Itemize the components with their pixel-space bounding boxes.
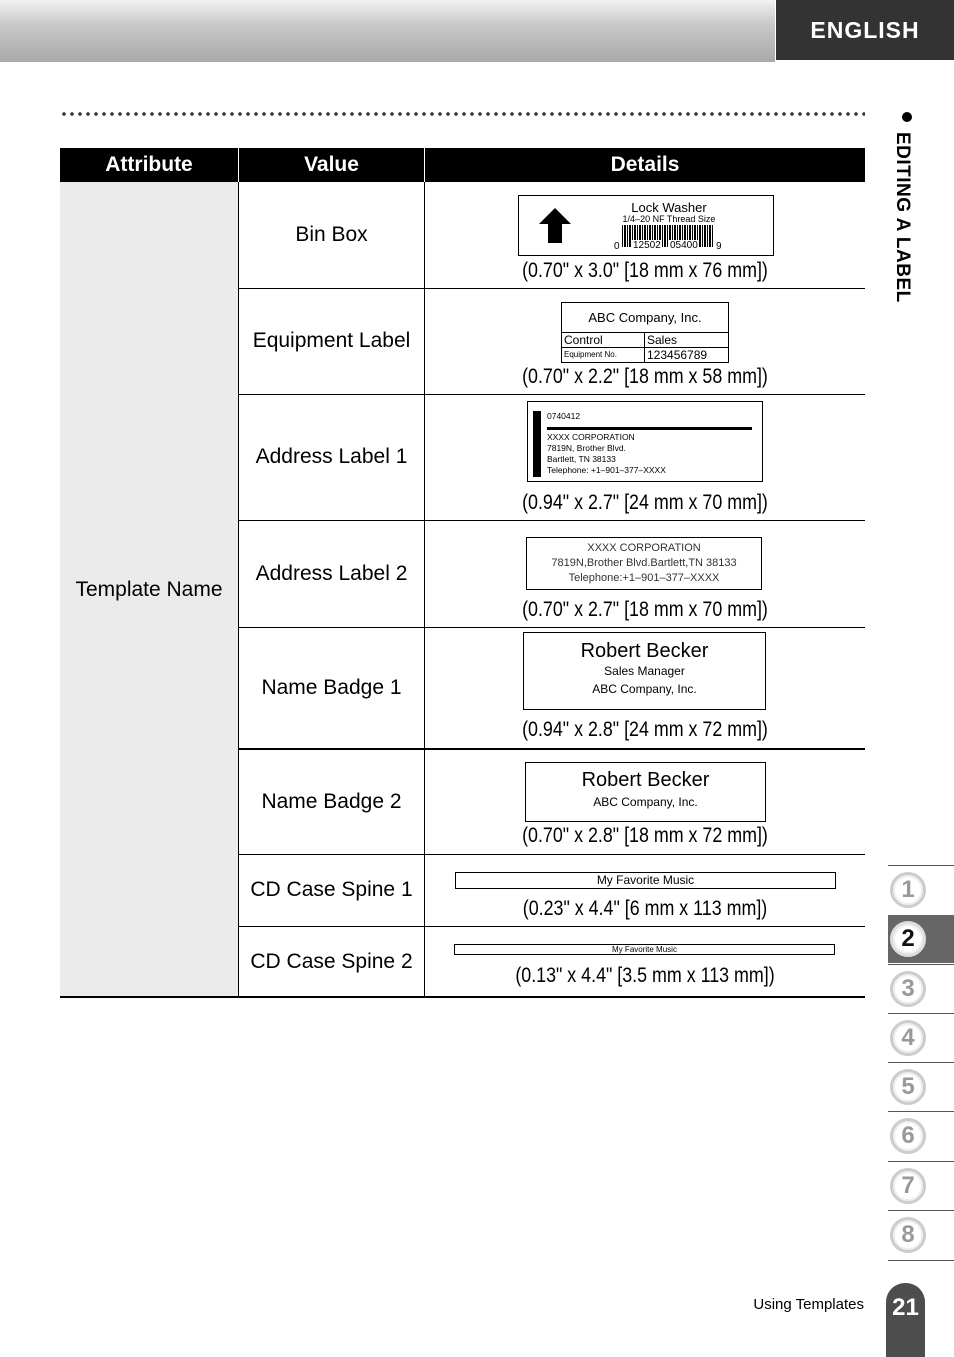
label-company: ABC Company, Inc. [592,682,697,696]
chapter-tab-6[interactable]: 6 [888,1112,954,1160]
template-value: CD Case Spine 2 [250,949,413,973]
tab-divider [888,1260,954,1261]
barcode-digits: 12502 [632,240,662,251]
label-line: Telephone: +1–901–377–XXXX [547,465,666,475]
bullet-icon [902,112,912,122]
label-line: 7819N,Brother Blvd.Bartlett,TN 38133 [551,557,737,569]
chapter-tab-3[interactable]: 3 [888,965,954,1013]
template-value: Equipment Label [252,329,411,352]
label-preview-name-badge-1: Robert Becker Sales Manager ABC Company,… [523,632,766,710]
template-value: CD Case Spine 1 [250,878,413,901]
label-code: 0740412 [547,411,581,421]
label-size: (0.70" x 3.0" [18 mm x 76 mm]) [522,259,768,282]
template-value: Bin Box [295,223,368,246]
label-preview-bin-box: Lock Washer 1/4–20 NF Thread Size 0 1250… [518,195,774,256]
label-preview-cd-spine-1: My Favorite Music [455,872,836,889]
label-preview-address-2: XXXX CORPORATION 7819N,Brother Blvd.Bart… [526,537,762,590]
arrow-stem [548,223,562,243]
chapter-tab-8[interactable]: 8 [888,1211,954,1259]
template-value: Name Badge 2 [261,789,402,813]
chapter-tab-2[interactable]: 2 [888,915,954,963]
chapter-number: 3 [890,971,926,1007]
chapter-number: 2 [890,921,926,957]
label-cell: Control [564,333,603,347]
label-title: Lock Washer [631,200,707,215]
label-name: Robert Becker [580,640,709,662]
chapter-number: 5 [890,1069,926,1105]
attribute-cell: Template Name [60,182,238,997]
barcode-digit: 0 [614,241,620,252]
label-line: XXXX CORPORATION [547,432,635,442]
label-preview-address-1: 0740412 XXXX CORPORATION 7819N, Brother … [527,401,763,482]
chapter-number: 1 [890,872,926,908]
template-details: My Favorite Music (0.13" x 4.4" [3.5 mm … [425,926,865,997]
header-band [0,0,775,62]
label-preview-cd-spine-2: My Favorite Music [454,944,835,955]
chapter-tab-1[interactable]: 1 [888,866,954,914]
chapter-tab-5[interactable]: 5 [888,1063,954,1111]
column-header-value: Value [239,148,424,182]
template-details: Robert Becker Sales Manager ABC Company,… [425,627,865,748]
chapter-number: 6 [890,1118,926,1154]
barcode-digits: 05400 [669,240,699,251]
label-size: (0.94" x 2.8" [24 mm x 72 mm]) [522,718,768,741]
label-company: ABC Company, Inc. [588,310,702,325]
template-details: XXXX CORPORATION 7819N,Brother Blvd.Bart… [425,520,865,627]
barcode-digit: 9 [716,241,722,252]
label-size: (0.13" x 4.4" [3.5 mm x 113 mm]) [515,964,775,987]
label-line: XXXX CORPORATION [587,542,701,554]
label-size: (0.94" x 2.7" [24 mm x 70 mm]) [522,491,768,514]
chapter-tab-4[interactable]: 4 [888,1014,954,1062]
label-line: 7819N, Brother Blvd. [547,443,626,453]
label-preview-name-badge-2: Robert Becker ABC Company, Inc. [525,762,766,822]
label-line: Telephone:+1–901–377–XXXX [568,572,720,584]
label-size: (0.70" x 2.8" [18 mm x 72 mm]) [522,824,768,847]
column-header-details: Details [425,148,865,182]
label-line: Bartlett, TN 38133 [547,454,616,464]
chapter-number: 7 [890,1168,926,1204]
template-details: Robert Becker ABC Company, Inc. (0.70" x… [425,749,865,854]
template-details: Lock Washer 1/4–20 NF Thread Size 0 1250… [425,182,865,288]
chapter-number: 8 [890,1217,926,1253]
arrow-up-icon [539,208,571,224]
column-header-attribute: Attribute [60,148,238,182]
label-preview-equipment: ABC Company, Inc. Control Sales Equipmen… [561,302,729,363]
chapter-tab-7[interactable]: 7 [888,1162,954,1210]
template-details: ABC Company, Inc. Control Sales Equipmen… [425,288,865,394]
label-title: Sales Manager [604,664,685,678]
label-cell: Sales [647,333,678,347]
footer-section-title: Using Templates [753,1296,864,1313]
dotted-divider [60,111,865,117]
label-subtitle: 1/4–20 NF Thread Size [622,214,716,224]
label-cell: Equipment No. [564,350,617,359]
chapter-number: 4 [890,1020,926,1056]
page-number: 21 [886,1283,925,1357]
label-size: (0.70" x 2.2" [18 mm x 58 mm]) [522,365,768,388]
label-size: (0.70" x 2.7" [18 mm x 70 mm]) [522,598,768,621]
template-value: Address Label 2 [255,561,408,585]
label-name: Robert Becker [581,769,710,791]
section-title-text: EDITING A LABEL [892,132,913,303]
template-value: Address Label 1 [255,445,408,468]
template-details: My Favorite Music (0.23" x 4.4" [6 mm x … [425,854,865,926]
template-value: Name Badge 1 [261,675,402,699]
label-cell: 123456789 [647,348,708,362]
language-tab: ENGLISH [776,0,954,60]
label-company: ABC Company, Inc. [593,795,698,809]
template-details: 0740412 XXXX CORPORATION 7819N, Brother … [425,394,865,520]
section-title: EDITING A LABEL [892,112,923,332]
label-size: (0.23" x 4.4" [6 mm x 113 mm]) [522,897,768,920]
